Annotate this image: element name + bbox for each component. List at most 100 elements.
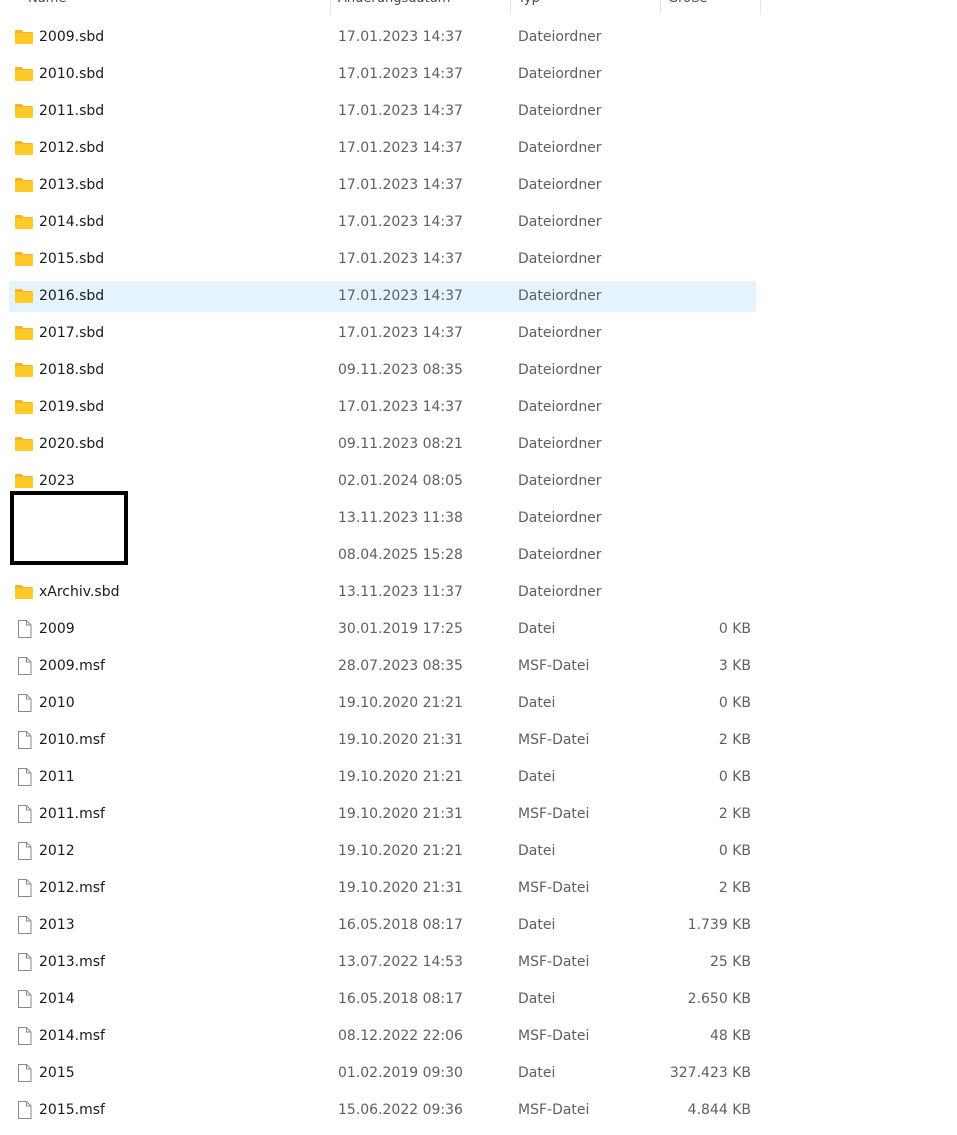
file-icon xyxy=(14,1101,34,1119)
file-icon xyxy=(14,916,34,934)
file-row[interactable]: 2010.sbd 17.01.2023 14:37 Dateiordner xyxy=(0,56,957,93)
file-icon xyxy=(14,1064,34,1082)
file-name: 2015.msf xyxy=(39,1102,105,1118)
file-size xyxy=(660,278,751,315)
file-row[interactable]: 2016.sbd 17.01.2023 14:37 Dateiordner xyxy=(0,278,957,315)
file-type: Dateiordner xyxy=(518,214,602,230)
redaction-box xyxy=(10,491,128,565)
modified-date: 17.01.2023 14:37 xyxy=(338,325,463,341)
file-size xyxy=(660,130,751,167)
file-size xyxy=(660,93,751,130)
file-row[interactable]: xArchiv.sbd 13.11.2023 11:37 Dateiordner xyxy=(0,574,957,611)
file-name: 2010.msf xyxy=(39,732,105,748)
modified-date: 28.07.2023 08:35 xyxy=(338,658,463,674)
file-type: Datei xyxy=(518,695,556,711)
file-row[interactable]: 2010 19.10.2020 21:21 Datei 0 KB xyxy=(0,685,957,722)
folder-icon xyxy=(14,28,34,46)
file-type: Dateiordner xyxy=(518,288,602,304)
file-icon xyxy=(14,620,34,638)
file-type: Dateiordner xyxy=(518,177,602,193)
file-row[interactable]: 2011 19.10.2020 21:21 Datei 0 KB xyxy=(0,759,957,796)
file-type: Dateiordner xyxy=(518,584,602,600)
column-resize-handle[interactable] xyxy=(660,0,661,14)
file-size xyxy=(660,426,751,463)
file-row[interactable]: 2012 19.10.2020 21:21 Datei 0 KB xyxy=(0,833,957,870)
column-header-type[interactable]: Typ xyxy=(518,0,658,14)
file-row[interactable]: 2017.sbd 17.01.2023 14:37 Dateiordner xyxy=(0,315,957,352)
file-row[interactable]: 2014 16.05.2018 08:17 Datei 2.650 KB xyxy=(0,981,957,1018)
column-header-size[interactable]: Größe xyxy=(668,0,758,14)
file-type: Dateiordner xyxy=(518,399,602,415)
file-size: 0 KB xyxy=(718,769,751,785)
file-name: 2016.sbd xyxy=(39,288,105,304)
file-row[interactable]: 2015.sbd 17.01.2023 14:37 Dateiordner xyxy=(0,241,957,278)
file-row[interactable]: 2010.msf 19.10.2020 21:31 MSF-Datei 2 KB xyxy=(0,722,957,759)
folder-icon xyxy=(14,361,34,379)
file-row[interactable]: 2012.sbd 17.01.2023 14:37 Dateiordner xyxy=(0,130,957,167)
file-row[interactable]: 08.04.2025 15:28 Dateiordner xyxy=(0,537,957,574)
file-icon xyxy=(14,731,34,749)
column-header-date[interactable]: Änderungsdatum xyxy=(338,0,508,14)
file-icon xyxy=(14,768,34,786)
file-row[interactable]: 2018.sbd 09.11.2023 08:35 Dateiordner xyxy=(0,352,957,389)
file-row[interactable]: 2013 16.05.2018 08:17 Datei 1.739 KB xyxy=(0,907,957,944)
file-row[interactable]: 2013.msf 13.07.2022 14:53 MSF-Datei 25 KB xyxy=(0,944,957,981)
file-row[interactable]: 2011.msf 19.10.2020 21:31 MSF-Datei 2 KB xyxy=(0,796,957,833)
column-header: Name Änderungsdatum Typ Größe xyxy=(0,0,761,14)
modified-date: 17.01.2023 14:37 xyxy=(338,399,463,415)
file-size: 25 KB xyxy=(709,954,751,970)
modified-date: 16.05.2018 08:17 xyxy=(338,917,463,933)
modified-date: 13.07.2022 14:53 xyxy=(338,954,463,970)
modified-date: 13.11.2023 11:38 xyxy=(338,510,463,526)
file-row[interactable]: 2020.sbd 09.11.2023 08:21 Dateiordner xyxy=(0,426,957,463)
file-name: 2012 xyxy=(39,843,75,859)
column-resize-handle[interactable] xyxy=(330,0,331,14)
modified-date: 17.01.2023 14:37 xyxy=(338,251,463,267)
modified-date: 19.10.2020 21:21 xyxy=(338,769,463,785)
file-name: 2011.msf xyxy=(39,806,105,822)
file-row[interactable]: 2019.sbd 17.01.2023 14:37 Dateiordner xyxy=(0,389,957,426)
file-name: 2017.sbd xyxy=(39,325,105,341)
file-name: 2014.sbd xyxy=(39,214,105,230)
file-type: MSF-Datei xyxy=(518,806,590,822)
folder-icon xyxy=(14,583,34,601)
file-row[interactable]: 2009.sbd 17.01.2023 14:37 Dateiordner xyxy=(0,19,957,56)
file-type: Dateiordner xyxy=(518,251,602,267)
column-resize-handle[interactable] xyxy=(510,0,511,14)
file-name: 2011.sbd xyxy=(39,103,105,119)
file-row[interactable]: 2012.msf 19.10.2020 21:31 MSF-Datei 2 KB xyxy=(0,870,957,907)
file-name: 2013.msf xyxy=(39,954,105,970)
modified-date: 09.11.2023 08:35 xyxy=(338,362,463,378)
file-row[interactable]: 2014.sbd 17.01.2023 14:37 Dateiordner xyxy=(0,204,957,241)
file-size xyxy=(660,204,751,241)
file-row[interactable]: 2014.msf 08.12.2022 22:06 MSF-Datei 48 KB xyxy=(0,1018,957,1055)
file-type: MSF-Datei xyxy=(518,732,590,748)
modified-date: 15.06.2022 09:36 xyxy=(338,1102,463,1118)
file-size xyxy=(660,56,751,93)
file-row[interactable]: 2009 30.01.2019 17:25 Datei 0 KB xyxy=(0,611,957,648)
file-row[interactable]: 2009.msf 28.07.2023 08:35 MSF-Datei 3 KB xyxy=(0,648,957,685)
file-row[interactable]: 2015.msf 15.06.2022 09:36 MSF-Datei 4.844 K… xyxy=(0,1092,957,1129)
file-list: 2009.sbd 17.01.2023 14:37 Dateiordner 2010.… xyxy=(0,19,957,1129)
file-size: 48 KB xyxy=(709,1028,751,1044)
file-name: 2015 xyxy=(39,1065,75,1081)
file-icon xyxy=(14,657,34,675)
file-row[interactable]: 2011.sbd 17.01.2023 14:37 Dateiordner xyxy=(0,93,957,130)
modified-date: 17.01.2023 14:37 xyxy=(338,177,463,193)
file-row[interactable]: 2013.sbd 17.01.2023 14:37 Dateiordner xyxy=(0,167,957,204)
file-type: MSF-Datei xyxy=(518,880,590,896)
file-type: MSF-Datei xyxy=(518,954,590,970)
file-row[interactable]: 2023 02.01.2024 08:05 Dateiordner xyxy=(0,463,957,500)
file-size: 3 KB xyxy=(718,658,751,674)
file-type: Dateiordner xyxy=(518,29,602,45)
column-resize-handle[interactable] xyxy=(760,0,761,14)
file-size: 2 KB xyxy=(718,806,751,822)
modified-date: 13.11.2023 11:37 xyxy=(338,584,463,600)
modified-date: 17.01.2023 14:37 xyxy=(338,214,463,230)
modified-date: 09.11.2023 08:21 xyxy=(338,436,463,452)
modified-date: 17.01.2023 14:37 xyxy=(338,103,463,119)
file-row[interactable]: 13.11.2023 11:38 Dateiordner xyxy=(0,500,957,537)
column-header-name[interactable]: Name xyxy=(28,0,328,14)
file-row[interactable]: 2015 01.02.2019 09:30 Datei 327.423 KB xyxy=(0,1055,957,1092)
file-type: MSF-Datei xyxy=(518,1102,590,1118)
